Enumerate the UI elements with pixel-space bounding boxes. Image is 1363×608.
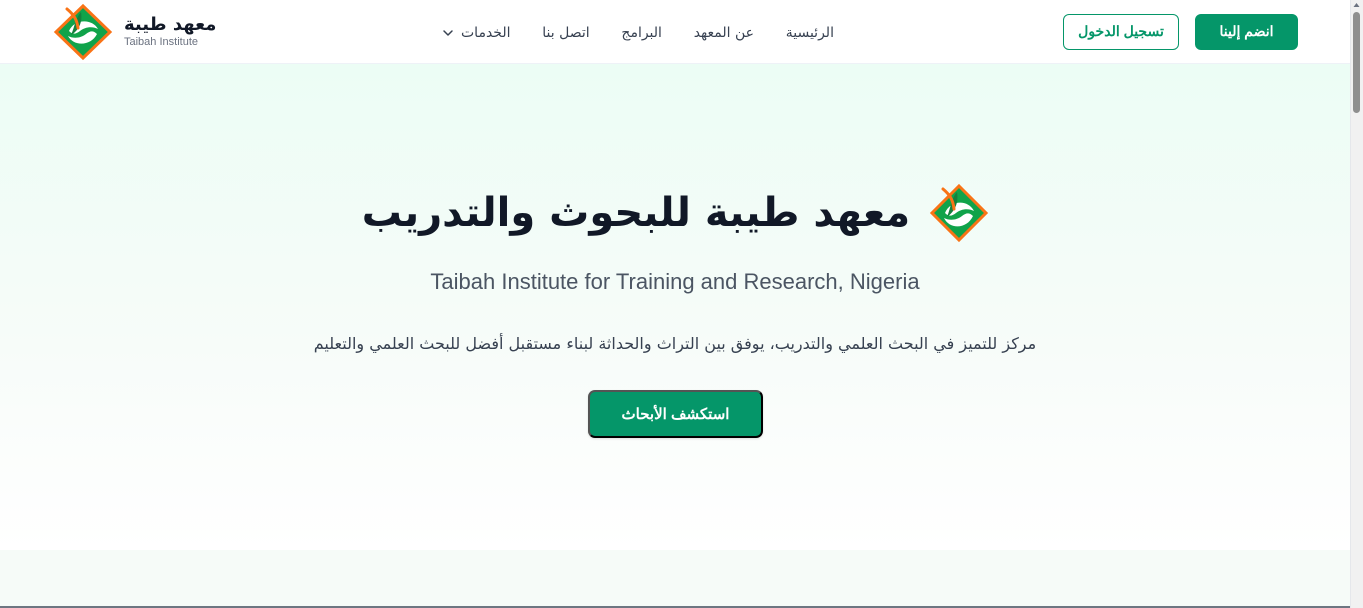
taibah-logo-icon — [928, 182, 990, 244]
hero-heading: معهد طيبة للبحوث والتدريب — [356, 178, 996, 248]
page-scrollbar[interactable] — [1350, 0, 1363, 608]
join-button[interactable]: انضم إلينا — [1195, 13, 1298, 50]
nav-item-contact[interactable]: اتصل بنا — [542, 25, 589, 41]
site-header: معهد طيبة Taibah Institute الخدمات اتصل … — [0, 0, 1350, 64]
nav-item-home[interactable]: الرئيسية — [786, 25, 834, 41]
nav-item-programs[interactable]: البرامج — [621, 25, 662, 41]
scrollbar-thumb[interactable] — [1353, 12, 1360, 113]
taibah-home-page: معهد طيبة Taibah Institute الخدمات اتصل … — [0, 0, 1363, 608]
hero-title: معهد طيبة للبحوث والتدريب — [361, 190, 911, 236]
taibah-logo-icon — [52, 3, 114, 61]
brand-text: معهد طيبة Taibah Institute — [124, 13, 217, 48]
chevron-down-icon — [442, 27, 454, 39]
login-button[interactable]: تسجيل الدخول — [1063, 13, 1179, 50]
scroll-up-icon[interactable] — [1353, 2, 1360, 8]
brand-name-ar: معهد طيبة — [124, 13, 217, 35]
nav-item-label: الخدمات — [461, 25, 511, 41]
hero-section: معهد طيبة للبحوث والتدريب Taibah Institu… — [0, 64, 1350, 550]
main-navigation: الخدمات اتصل بنا البرامج عن المعهد الرئي… — [442, 23, 834, 43]
explore-research-button[interactable]: استكشف الأبحاث — [588, 390, 763, 438]
hero-description: مركز للتميز في البحث العلمي والتدريب، يو… — [313, 334, 1037, 353]
next-section-edge — [0, 550, 1350, 608]
nav-item-about[interactable]: عن المعهد — [694, 25, 754, 41]
header-actions: تسجيل الدخول انضم إلينا — [1063, 13, 1298, 50]
hero-subtitle: Taibah Institute for Training and Resear… — [430, 269, 920, 294]
brand-logo-link[interactable]: معهد طيبة Taibah Institute — [52, 0, 216, 64]
nav-item-services[interactable]: الخدمات — [442, 25, 511, 41]
brand-name-en: Taibah Institute — [124, 35, 198, 48]
